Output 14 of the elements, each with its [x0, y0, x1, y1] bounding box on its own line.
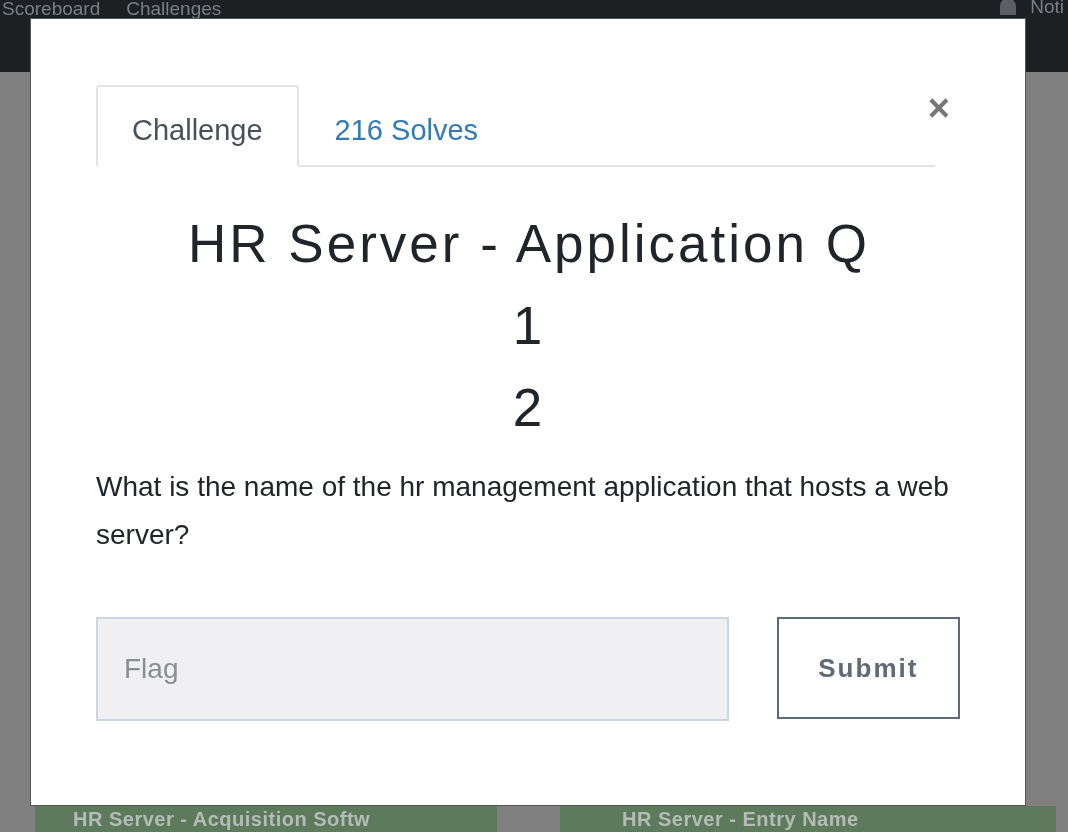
tab[interactable]: Challenge	[96, 85, 299, 167]
challenge-title: 2	[512, 377, 546, 439]
challenge-card[interactable]: HR Server - Entry Name	[560, 806, 1056, 832]
challenge-description: What is the name of the hr management application that hosts a web server?	[96, 470, 950, 552]
close-button[interactable]: ×	[927, 89, 950, 127]
flag-input[interactable]: Flag	[96, 617, 729, 721]
challenge-title: HR Server - Application Q	[188, 213, 870, 275]
nav-link[interactable]: Noti	[1030, 0, 1064, 16]
submit-button[interactable]: Submit	[776, 617, 960, 719]
nav-link[interactable]: Scoreboard	[2, 0, 101, 18]
challenge-card[interactable]: HR Server - Acquisition Softw	[35, 806, 497, 832]
nav-link[interactable]: Challenges	[126, 0, 222, 18]
tab[interactable]: 216 Solves	[298, 85, 515, 167]
challenge-title: 1	[512, 295, 546, 357]
